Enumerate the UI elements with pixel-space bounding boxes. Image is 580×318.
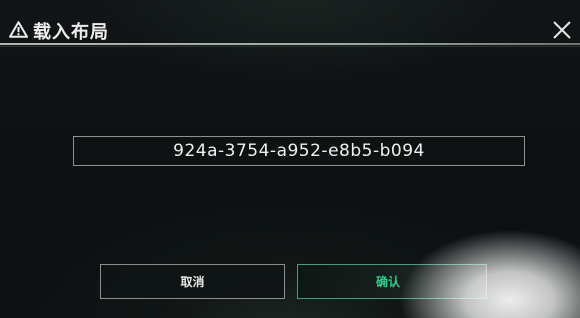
warning-triangle-icon — [9, 21, 28, 38]
load-layout-dialog: 载入布局 924a-3754-a952-e8b5-b094 取消 确认 — [0, 0, 580, 318]
layout-code-value: 924a-3754-a952-e8b5-b094 — [173, 141, 425, 161]
title-divider — [0, 43, 580, 45]
cancel-button-label: 取消 — [180, 275, 205, 289]
cancel-button[interactable]: 取消 — [100, 264, 285, 299]
dialog-titlebar: 载入布局 — [0, 10, 580, 46]
title-divider-shadow — [0, 46, 580, 47]
confirm-button-label: 确认 — [376, 275, 401, 289]
dialog-title: 载入布局 — [33, 22, 109, 43]
close-icon[interactable] — [550, 18, 574, 42]
confirm-button[interactable]: 确认 — [297, 264, 487, 299]
layout-code-field[interactable]: 924a-3754-a952-e8b5-b094 — [73, 136, 525, 166]
